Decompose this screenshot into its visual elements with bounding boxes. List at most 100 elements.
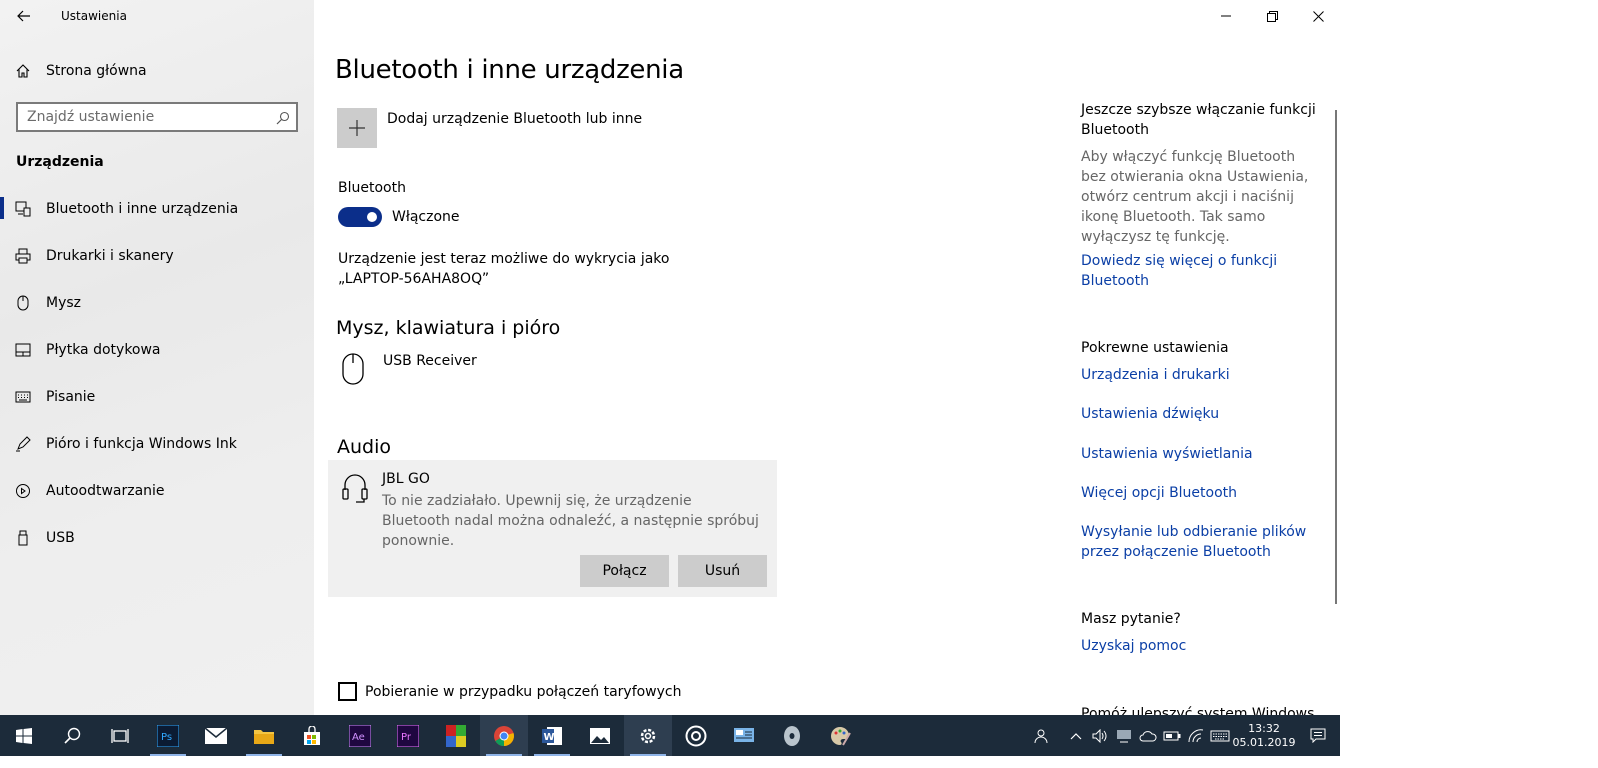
metered-checkbox-label: Pobieranie w przypadku połączeń taryfowy… bbox=[365, 683, 682, 700]
sidebar-item-label: Płytka dotykowa bbox=[46, 341, 161, 358]
bluetooth-toggle[interactable] bbox=[338, 207, 382, 227]
people-button[interactable] bbox=[1028, 715, 1052, 756]
home-label: Strona główna bbox=[46, 63, 147, 79]
groove-taskbar-button[interactable] bbox=[672, 715, 720, 756]
mouse-icon bbox=[0, 295, 46, 311]
volume-button[interactable] bbox=[1088, 715, 1112, 756]
sidebar-item-pen[interactable]: Pióro i funkcja Windows Ink bbox=[0, 420, 314, 467]
file-explorer-taskbar-button[interactable] bbox=[240, 715, 288, 756]
battery-button[interactable] bbox=[1160, 715, 1184, 756]
mail-icon bbox=[204, 726, 228, 744]
paint-taskbar-button[interactable] bbox=[816, 715, 864, 756]
word-taskbar-button[interactable]: W bbox=[528, 715, 576, 756]
photos-taskbar-button[interactable] bbox=[576, 715, 624, 756]
photoshop-taskbar-button[interactable]: Ps bbox=[144, 715, 192, 756]
paint-palette-icon bbox=[831, 726, 851, 746]
svg-text:Ae: Ae bbox=[352, 732, 365, 743]
people-icon bbox=[1034, 729, 1048, 743]
sidebar-item-label: Pisanie bbox=[46, 388, 96, 405]
sidebar-item-autoplay[interactable]: Autoodtwarzanie bbox=[0, 467, 314, 514]
battery-icon bbox=[1163, 731, 1181, 740]
action-center-button[interactable] bbox=[1296, 715, 1340, 756]
audio-device-name: JBL GO bbox=[382, 471, 430, 487]
sidebar-item-mouse[interactable]: Mysz bbox=[0, 279, 314, 326]
mouse-section-heading: Mysz, klawiatura i pióro bbox=[336, 317, 561, 339]
monitor-tray-icon bbox=[1117, 729, 1131, 742]
add-device-label: Dodaj urządzenie Bluetooth lub inne bbox=[387, 111, 643, 127]
gear-icon bbox=[640, 728, 656, 743]
disc-taskbar-button[interactable] bbox=[768, 715, 816, 756]
settings-taskbar-button[interactable] bbox=[624, 715, 672, 756]
navigation-pane: Ustawienia Strona główna Urządzenia Blue… bbox=[0, 0, 314, 715]
tray-app-button[interactable] bbox=[1112, 715, 1136, 756]
send-receive-files-link[interactable]: Wysyłanie lub odbieranie plików przez po… bbox=[1081, 522, 1321, 562]
discoverable-line-1: Urządzenie jest teraz możliwe do wykryci… bbox=[338, 251, 670, 267]
taskbar-clock[interactable]: 13:32 05.01.2019 bbox=[1232, 722, 1296, 750]
premiere-taskbar-button[interactable]: Pr bbox=[384, 715, 432, 756]
title-bar: Ustawienia bbox=[0, 0, 314, 32]
show-hidden-icons-button[interactable] bbox=[1064, 715, 1088, 756]
audio-section-heading: Audio bbox=[337, 436, 392, 458]
devices-printers-link[interactable]: Urządzenia i drukarki bbox=[1081, 365, 1321, 385]
more-bluetooth-options-link[interactable]: Więcej opcji Bluetooth bbox=[1081, 483, 1321, 503]
learn-more-link[interactable]: Dowiedz się więcej o funkcji Bluetooth bbox=[1081, 251, 1321, 291]
headset-icon bbox=[342, 472, 368, 510]
back-button[interactable] bbox=[10, 4, 38, 28]
toggle-knob bbox=[367, 212, 377, 222]
sidebar-item-usb[interactable]: USB bbox=[0, 514, 314, 561]
photos-icon bbox=[590, 727, 610, 744]
chrome-taskbar-button[interactable] bbox=[480, 715, 528, 756]
printer-icon bbox=[0, 248, 46, 264]
control-panel-icon bbox=[734, 727, 754, 742]
wifi-icon bbox=[1188, 728, 1204, 742]
touchpad-icon bbox=[0, 343, 46, 357]
task-view-button[interactable] bbox=[96, 715, 144, 756]
display-settings-link[interactable]: Ustawienia wyświetlania bbox=[1081, 444, 1321, 464]
cloud-icon bbox=[1139, 730, 1157, 741]
wifi-button[interactable] bbox=[1184, 715, 1208, 756]
sidebar-item-bluetooth[interactable]: Bluetooth i inne urządzenia bbox=[0, 185, 314, 232]
home-nav-item[interactable]: Strona główna bbox=[0, 56, 314, 86]
control-panel-taskbar-button[interactable] bbox=[720, 715, 768, 756]
taskbar-search-button[interactable] bbox=[48, 715, 96, 756]
search-icon[interactable] bbox=[276, 110, 290, 129]
audio-error-message: To nie zadziałało. Upewnij się, że urząd… bbox=[382, 493, 759, 549]
devices-section-label: Urządzenia bbox=[16, 154, 104, 170]
search-input[interactable] bbox=[18, 104, 258, 130]
input-indicator-button[interactable] bbox=[1208, 715, 1232, 756]
devices-nav-list: Bluetooth i inne urządzenia Drukarki i s… bbox=[0, 185, 314, 561]
keyboard-tray-icon bbox=[1210, 730, 1230, 741]
sidebar-item-touchpad[interactable]: Płytka dotykowa bbox=[0, 326, 314, 373]
back-arrow-icon bbox=[17, 10, 30, 22]
question-heading: Masz pytanie? bbox=[1081, 611, 1181, 627]
get-help-link[interactable]: Uzyskaj pomoc bbox=[1081, 636, 1321, 656]
metered-checkbox[interactable] bbox=[338, 682, 357, 701]
add-device-button[interactable]: Dodaj urządzenie Bluetooth lub inne bbox=[337, 108, 642, 148]
discoverable-text: Urządzenie jest teraz możliwe do wykryci… bbox=[338, 249, 698, 289]
after-effects-taskbar-button[interactable]: Ae bbox=[336, 715, 384, 756]
disc-icon bbox=[784, 725, 800, 746]
connect-button[interactable]: Połącz bbox=[580, 555, 669, 587]
scrollbar[interactable] bbox=[1335, 110, 1337, 604]
mail-taskbar-button[interactable] bbox=[192, 715, 240, 756]
chrome-icon bbox=[494, 725, 514, 746]
winrar-taskbar-button[interactable] bbox=[432, 715, 480, 756]
desktop-blank-area bbox=[1340, 0, 1598, 768]
device-name: USB Receiver bbox=[383, 353, 477, 369]
clock-time: 13:32 bbox=[1248, 721, 1280, 735]
sidebar-item-typing[interactable]: Pisanie bbox=[0, 373, 314, 420]
svg-text:W: W bbox=[544, 732, 555, 743]
start-button[interactable] bbox=[0, 715, 48, 756]
app-title: Ustawienia bbox=[61, 9, 127, 23]
usb-receiver-device[interactable]: USB Receiver bbox=[340, 352, 477, 386]
search-box[interactable] bbox=[16, 102, 298, 132]
store-taskbar-button[interactable] bbox=[288, 715, 336, 756]
cloud-sync-button[interactable] bbox=[1136, 715, 1160, 756]
metered-download-option[interactable]: Pobieranie w przypadku połączeń taryfowy… bbox=[338, 682, 682, 701]
sidebar-item-label: Bluetooth i inne urządzenia bbox=[46, 200, 239, 217]
audio-device-card[interactable]: JBL GO To nie zadziałało. Upewnij się, ż… bbox=[328, 460, 777, 597]
remove-button[interactable]: Usuń bbox=[678, 555, 767, 587]
premiere-icon: Pr bbox=[397, 724, 419, 747]
sidebar-item-printers[interactable]: Drukarki i skanery bbox=[0, 232, 314, 279]
sound-settings-link[interactable]: Ustawienia dźwięku bbox=[1081, 404, 1321, 424]
